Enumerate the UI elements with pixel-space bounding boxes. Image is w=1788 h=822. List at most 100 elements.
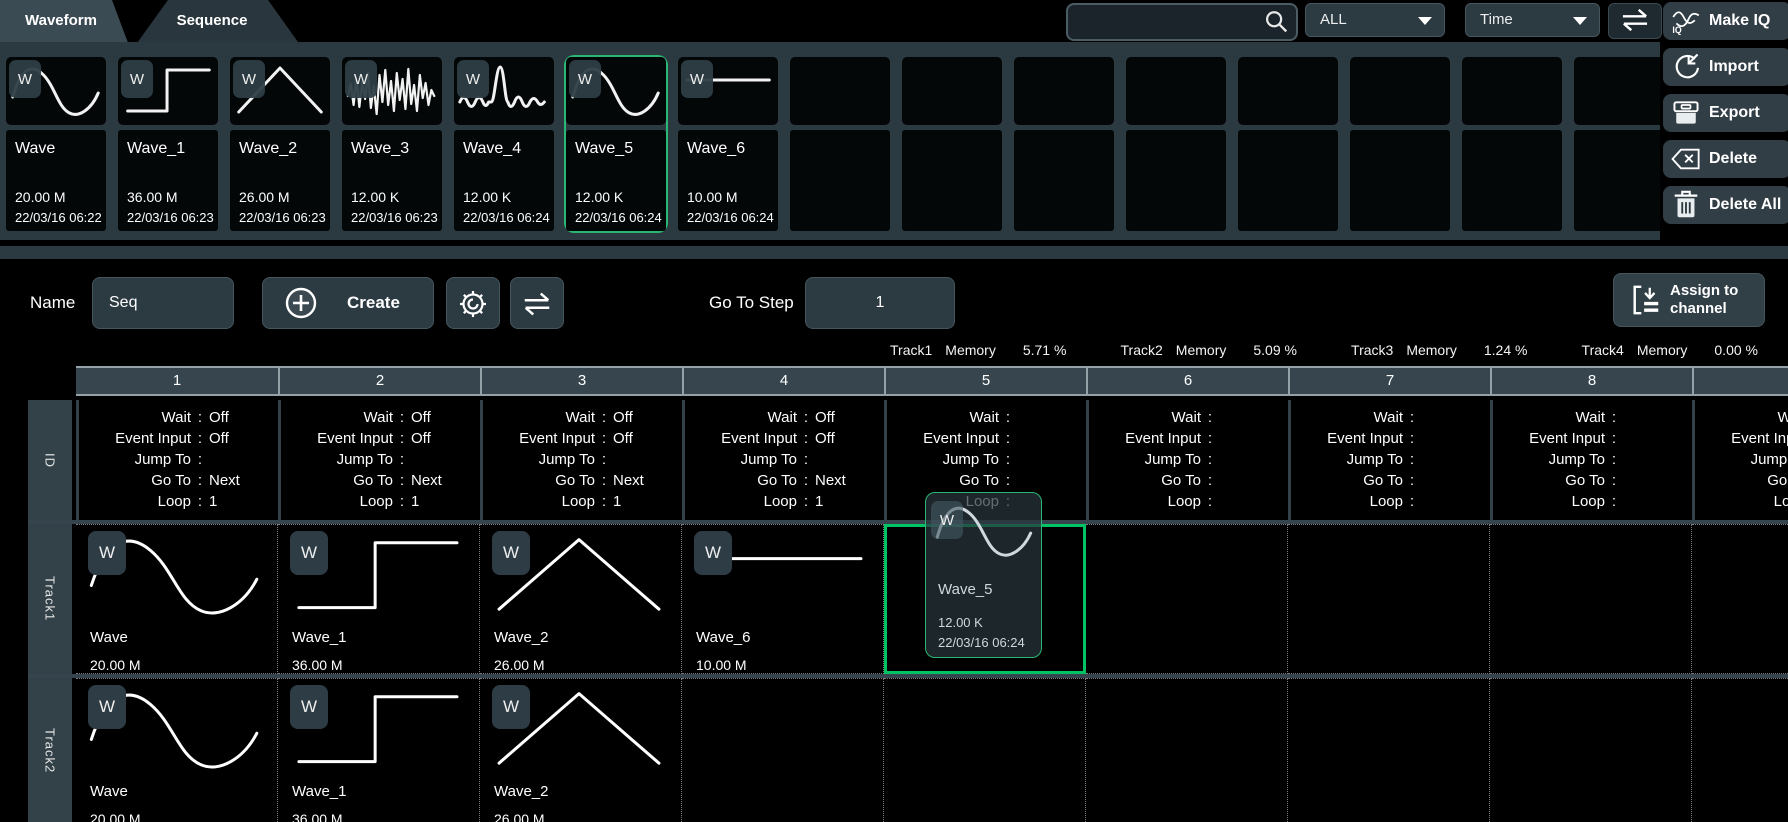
sequence-step-cell[interactable] bbox=[1288, 678, 1490, 822]
delete-icon bbox=[1669, 143, 1703, 175]
step-params-cell[interactable]: Wait:OffEvent Input:OffJump To:Go To:Nex… bbox=[682, 400, 884, 520]
import-button[interactable]: Import bbox=[1663, 48, 1788, 86]
sequence-step-cell[interactable] bbox=[1692, 678, 1788, 822]
search-input[interactable] bbox=[1076, 7, 1260, 35]
waveform-card[interactable]: WWave_136.00 M22/03/16 06:23 bbox=[118, 57, 218, 231]
dragged-waveform-card[interactable]: W Wave_5 12.00 K 22/03/16 06:24 bbox=[925, 492, 1042, 658]
param-colon: : bbox=[1201, 493, 1219, 510]
param-value: 1 bbox=[411, 493, 480, 510]
reorder-steps-button[interactable] bbox=[510, 277, 564, 329]
step-param-line: Loop:1 bbox=[685, 491, 884, 512]
waveform-card[interactable]: WWave_226.00 M22/03/16 06:23 bbox=[230, 57, 330, 231]
delete-all-button[interactable]: Delete All bbox=[1663, 186, 1788, 224]
filter-type-dropdown[interactable]: ALL bbox=[1305, 3, 1445, 37]
param-label: Go To bbox=[483, 472, 595, 489]
import-icon bbox=[1669, 51, 1703, 83]
sequence-step-cell[interactable] bbox=[682, 678, 884, 822]
waveform-info: Wave20.00 M22/03/16 06:22 bbox=[6, 130, 106, 231]
waveform-date: 22/03/16 06:24 bbox=[575, 210, 662, 225]
assign-download-icon bbox=[1630, 283, 1662, 317]
memory-value: 5.09 % bbox=[1253, 342, 1297, 358]
step-params-cell[interactable]: Wait:OffEvent Input:OffJump To:Go To:Nex… bbox=[480, 400, 682, 520]
create-button[interactable]: Create bbox=[262, 277, 434, 329]
sort-order-button[interactable] bbox=[1608, 3, 1662, 39]
param-label: Event Input bbox=[1291, 430, 1403, 447]
waveform-card[interactable]: WWave_412.00 K22/03/16 06:24 bbox=[454, 57, 554, 231]
waveform-date: 22/03/16 06:24 bbox=[463, 210, 550, 225]
param-colon: : bbox=[999, 430, 1017, 447]
sequence-step-cell[interactable]: WWave_136.00 M bbox=[278, 678, 480, 822]
sort-dropdown[interactable]: Time bbox=[1465, 3, 1600, 37]
waveform-size: 12.00 K bbox=[463, 189, 511, 205]
action-label: Make IQ bbox=[1709, 12, 1770, 30]
waveform-name: Wave bbox=[15, 140, 55, 158]
waveform-card[interactable]: WWave20.00 M22/03/16 06:22 bbox=[6, 57, 106, 231]
action-label: Import bbox=[1709, 58, 1759, 76]
sequence-step-cell[interactable]: WWave20.00 M bbox=[76, 678, 278, 822]
step-params-cell[interactable]: Wait:Event Input:Jump To:Go To:Loop: bbox=[1288, 400, 1490, 520]
waveform-thumbnail: W bbox=[678, 57, 778, 125]
waveform-card[interactable]: WWave_312.00 K22/03/16 06:23 bbox=[342, 57, 442, 231]
step-param-line: Go To: bbox=[887, 470, 1086, 491]
waveform-info: Wave_512.00 K22/03/16 06:24 bbox=[566, 130, 666, 231]
sequence-step-cell[interactable] bbox=[1086, 678, 1288, 822]
sequence-step-cell[interactable] bbox=[1288, 524, 1490, 674]
waveform-card[interactable]: W Wave_512.00 K22/03/16 06:24 bbox=[566, 57, 666, 231]
param-label: Wait bbox=[79, 409, 191, 426]
tab-waveform[interactable]: Waveform bbox=[0, 0, 122, 42]
sequence-step-cell[interactable]: WWave20.00 M bbox=[76, 524, 278, 674]
goto-step-input[interactable] bbox=[805, 277, 955, 329]
action-label: Delete All bbox=[1709, 196, 1781, 214]
w-badge: W bbox=[931, 501, 963, 539]
param-colon: : bbox=[999, 472, 1017, 489]
sequence-step-cell[interactable] bbox=[884, 678, 1086, 822]
sequence-step-cell[interactable] bbox=[1692, 524, 1788, 674]
param-colon: : bbox=[999, 409, 1017, 426]
waveform-date: 22/03/16 06:23 bbox=[239, 210, 326, 225]
delete-button[interactable]: Delete bbox=[1663, 140, 1788, 178]
export-button[interactable]: Export bbox=[1663, 94, 1788, 132]
sequence-step-cell[interactable]: WWave_136.00 M bbox=[278, 524, 480, 674]
w-badge: W bbox=[457, 60, 489, 98]
step-param-line: Go To:Next bbox=[281, 470, 480, 491]
param-value: Off bbox=[613, 430, 682, 447]
make-iq-button[interactable]: IQMake IQ bbox=[1663, 2, 1788, 40]
step-params-cell[interactable]: Wait:Event Input:Jump To:Go To:Loop: bbox=[1086, 400, 1288, 520]
tab-sequence[interactable]: Sequence bbox=[148, 0, 276, 42]
cell-waveform-size: 36.00 M bbox=[292, 811, 343, 822]
step-params-cell[interactable]: Wait:Event Input:Jump To:Go To:Loop: bbox=[1490, 400, 1692, 520]
id-row: IDWait:OffEvent Input:OffJump To:Go To:N… bbox=[28, 400, 1788, 520]
empty-waveform-slot bbox=[902, 57, 1002, 231]
cell-waveform-size: 20.00 M bbox=[90, 657, 141, 673]
param-colon: : bbox=[1403, 430, 1421, 447]
step-params-cell[interactable]: Wait:OffEvent Input:OffJump To:Go To:Nex… bbox=[278, 400, 480, 520]
param-label: Go To bbox=[1291, 472, 1403, 489]
step-param-line: Event Input:Off bbox=[685, 428, 884, 449]
step-params-cell[interactable]: Wait:OffEvent Input:OffJump To:Go To:Nex… bbox=[76, 400, 278, 520]
param-label: Loop bbox=[79, 493, 191, 510]
step-param-line: Go To: bbox=[1493, 470, 1692, 491]
sequence-step-cell[interactable] bbox=[1086, 524, 1288, 674]
search-box[interactable] bbox=[1066, 3, 1298, 41]
track-memory: Track3Memory1.24 % bbox=[1351, 342, 1527, 358]
assign-to-channel-button[interactable]: Assign to channel bbox=[1613, 273, 1765, 327]
step-param-line: Jump To: bbox=[281, 449, 480, 470]
w-badge: W bbox=[569, 60, 601, 98]
sequence-name-input[interactable] bbox=[92, 277, 234, 329]
param-label: Jump To bbox=[1493, 451, 1605, 468]
sequence-step-cell[interactable]: WWave_226.00 M bbox=[480, 678, 682, 822]
sequence-step-cell[interactable]: WWave_610.00 M bbox=[682, 524, 884, 674]
param-label: Loop bbox=[281, 493, 393, 510]
step-params-cell[interactable]: Wait:Event Input:Jump To:Go To:Loop: bbox=[1692, 400, 1788, 520]
waveform-card[interactable]: WWave_610.00 M22/03/16 06:24 bbox=[678, 57, 778, 231]
param-colon: : bbox=[999, 451, 1017, 468]
sequence-step-cell[interactable] bbox=[1490, 678, 1692, 822]
sequence-settings-button[interactable] bbox=[446, 277, 500, 329]
param-colon: : bbox=[191, 451, 209, 468]
sequence-step-cell[interactable]: WWave_226.00 M bbox=[480, 524, 682, 674]
delete-all-icon bbox=[1669, 189, 1703, 221]
param-label: Go To bbox=[79, 472, 191, 489]
param-colon: : bbox=[393, 451, 411, 468]
sequence-step-cell[interactable] bbox=[1490, 524, 1692, 674]
step-param-line: Wait: bbox=[887, 407, 1086, 428]
